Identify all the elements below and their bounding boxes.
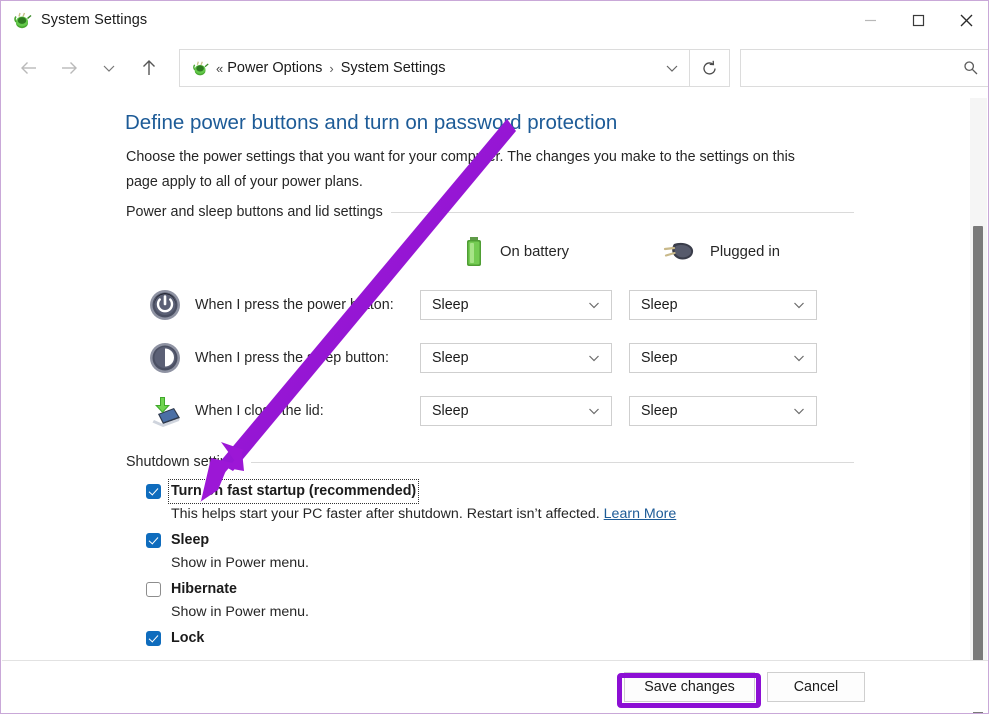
address-chevron-down-icon[interactable] [655, 50, 689, 86]
description-text: This helps start your PC faster after sh… [171, 506, 600, 522]
page-description: Choose the power settings that you want … [126, 149, 795, 190]
back-icon[interactable] [9, 48, 49, 88]
checkbox-label-sleep[interactable]: Sleep [171, 531, 209, 550]
column-header-plugged-in: Plugged in [662, 235, 780, 269]
group-divider [390, 211, 854, 213]
group-label: Power and sleep buttons and lid settings [126, 204, 383, 220]
navigation-bar: « Power Options › System Settings [1, 39, 988, 97]
setting-label: When I press the power button: [195, 297, 394, 313]
setting-row-sleep-button: When I press the sleep button: [148, 338, 389, 378]
setting-label: When I close the lid: [195, 403, 324, 419]
dropdown-value: Sleep [432, 297, 469, 313]
column-label: On battery [500, 244, 570, 260]
dropdown-value: Sleep [641, 403, 678, 419]
close-button[interactable] [942, 1, 988, 39]
dropdown-close-lid-plugged-in[interactable]: Sleep [629, 396, 817, 426]
search-icon[interactable] [963, 60, 979, 76]
vertical-scrollbar-track[interactable] [970, 98, 987, 713]
chevron-down-icon [587, 404, 601, 418]
chevron-down-icon [792, 298, 806, 312]
minimize-button[interactable] [846, 1, 894, 39]
column-label: Plugged in [710, 244, 780, 260]
setting-label: When I press the sleep button: [195, 350, 389, 366]
battery-icon [467, 237, 481, 266]
checkbox-row-fast-startup[interactable]: Turn on fast startup (recommended) This … [146, 479, 676, 522]
checkbox-label-fast-startup[interactable]: Turn on fast startup (recommended) [167, 479, 420, 504]
checkbox-text-group: Lock [171, 629, 204, 648]
power-button-icon [150, 290, 180, 320]
checkbox-lock[interactable] [146, 631, 161, 646]
checkbox-label-lock[interactable]: Lock [171, 629, 204, 648]
up-icon[interactable] [129, 48, 169, 88]
breadcrumb-item-system-settings[interactable]: System Settings [341, 60, 446, 76]
dropdown-sleep-button-plugged-in[interactable]: Sleep [629, 343, 817, 373]
breadcrumb-separator[interactable]: › [329, 61, 333, 76]
breadcrumb-item-power-options[interactable]: Power Options [227, 60, 322, 76]
group-divider [250, 461, 854, 463]
dropdown-power-button-on-battery[interactable]: Sleep [420, 290, 612, 320]
power-plug-icon [192, 59, 210, 77]
window-title: System Settings [41, 12, 148, 28]
dialog-button-bar: Save changes Cancel [2, 660, 988, 712]
group-header-shutdown-settings: Shutdown settings [126, 453, 854, 471]
chevron-down-icon [587, 351, 601, 365]
checkbox-row-sleep[interactable]: Sleep Show in Power menu. [146, 531, 309, 571]
chevron-down-icon [587, 298, 601, 312]
dropdown-value: Sleep [641, 297, 678, 313]
laptop-lid-icon [152, 397, 180, 427]
content-pane: Define power buttons and turn on passwor… [2, 97, 971, 663]
refresh-icon[interactable] [690, 49, 730, 87]
power-plug-icon [13, 10, 33, 30]
dropdown-value: Sleep [432, 403, 469, 419]
cancel-button[interactable]: Cancel [767, 672, 865, 702]
learn-more-link[interactable]: Learn More [604, 506, 677, 522]
dropdown-value: Sleep [432, 350, 469, 366]
checkbox-fast-startup[interactable] [146, 484, 161, 499]
search-input[interactable] [741, 51, 951, 85]
column-header-on-battery: On battery [462, 235, 569, 269]
search-box[interactable] [740, 49, 988, 87]
maximize-button[interactable] [894, 1, 942, 39]
setting-row-power-button: When I press the power button: [148, 285, 394, 325]
checkbox-text-group: Hibernate Show in Power menu. [171, 580, 309, 620]
system-settings-window: System Settings « Power Options › System… [0, 0, 989, 714]
group-header-power-sleep-lid: Power and sleep buttons and lid settings [126, 203, 854, 221]
checkbox-description: Show in Power menu. [171, 604, 310, 620]
checkbox-row-hibernate[interactable]: Hibernate Show in Power menu. [146, 580, 309, 620]
address-breadcrumb-bar[interactable]: « Power Options › System Settings [179, 49, 690, 87]
checkbox-text-group: Sleep Show in Power menu. [171, 531, 309, 571]
chevron-down-icon [792, 404, 806, 418]
group-label: Shutdown settings [126, 454, 243, 470]
setting-row-close-lid: When I close the lid: [148, 391, 324, 431]
save-changes-button[interactable]: Save changes [624, 672, 755, 702]
window-controls [846, 1, 988, 39]
checkbox-text-group: Turn on fast startup (recommended) This … [167, 479, 676, 522]
recent-locations-chevron-down-icon[interactable] [89, 48, 129, 88]
sleep-moon-icon [150, 343, 180, 373]
dropdown-power-button-plugged-in[interactable]: Sleep [629, 290, 817, 320]
plug-icon [663, 242, 694, 260]
dropdown-value: Sleep [641, 350, 678, 366]
checkbox-hibernate[interactable] [146, 582, 161, 597]
checkbox-sleep[interactable] [146, 533, 161, 548]
chevron-down-icon [792, 351, 806, 365]
dropdown-close-lid-on-battery[interactable]: Sleep [420, 396, 612, 426]
forward-icon[interactable] [49, 48, 89, 88]
checkbox-label-hibernate[interactable]: Hibernate [171, 580, 237, 599]
checkbox-row-lock[interactable]: Lock [146, 629, 204, 648]
vertical-scrollbar-thumb[interactable] [973, 226, 983, 713]
dropdown-sleep-button-on-battery[interactable]: Sleep [420, 343, 612, 373]
checkbox-description: This helps start your PC faster after sh… [171, 506, 676, 522]
checkbox-description: Show in Power menu. [171, 555, 310, 571]
page-title: Define power buttons and turn on passwor… [125, 111, 618, 134]
title-bar: System Settings [1, 1, 988, 39]
breadcrumb-overflow-chevrons[interactable]: « [216, 61, 223, 76]
